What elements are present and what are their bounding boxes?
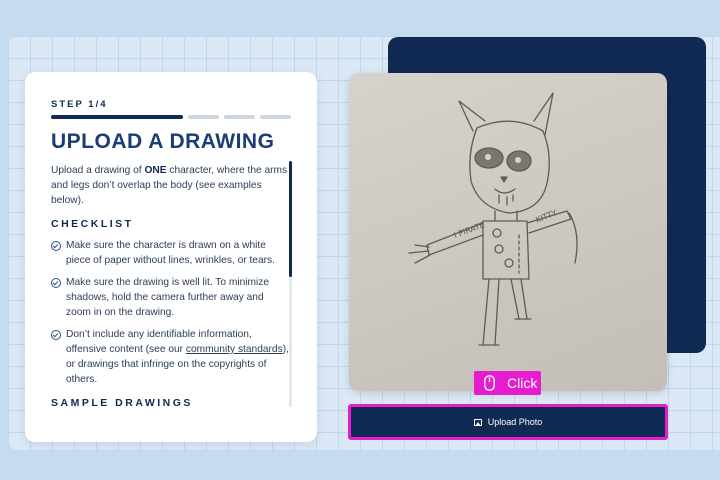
checklist-item: Don’t include any identifiable informati…: [51, 327, 289, 387]
step-indicator: STEP 1/4: [51, 99, 108, 110]
drawing-arm-text-right: KITTY: [534, 208, 558, 225]
click-annotation-badge: Click: [474, 371, 541, 395]
upload-photo-button[interactable]: Upload Photo: [348, 404, 668, 440]
instructions-card: STEP 1/4 UPLOAD A DRAWING Upload a drawi…: [25, 72, 317, 442]
page-title: UPLOAD A DRAWING: [51, 130, 275, 153]
check-circle-icon: [51, 330, 61, 340]
step-progress-bar: [51, 115, 291, 119]
checklist-heading: CHECKLIST: [51, 218, 134, 230]
photo-icon: [473, 418, 482, 426]
checklist-item: Make sure the drawing is well lit. To mi…: [51, 275, 289, 320]
progress-segment: [188, 115, 219, 119]
community-standards-link[interactable]: community standards: [186, 344, 283, 355]
intro-emphasis: ONE: [144, 165, 167, 176]
progress-segment: [260, 115, 291, 119]
checklist-item: Make sure the character is drawn on a wh…: [51, 238, 289, 268]
intro-text: Upload a drawing of ONE character, where…: [51, 165, 288, 206]
scrollbar-track[interactable]: [289, 161, 292, 407]
cat-drawing-image: I PIRATE KITTY: [408, 92, 578, 346]
uploaded-drawing-preview: I PIRATE KITTY: [349, 73, 667, 391]
instructions-scroll-area[interactable]: Upload a drawing of ONE character, where…: [51, 163, 289, 407]
progress-segment-active: [51, 115, 183, 119]
progress-segment: [224, 115, 255, 119]
upload-photo-label: Upload Photo: [487, 417, 543, 427]
drawing-arm-text-left: I PIRATE: [453, 220, 486, 239]
mouse-icon: [484, 375, 495, 391]
check-circle-icon: [51, 278, 61, 288]
check-circle-icon: [51, 241, 61, 251]
sample-drawings-heading: SAMPLE DRAWINGS: [51, 397, 193, 407]
scrollbar-thumb[interactable]: [289, 161, 292, 277]
click-label: Click: [507, 375, 538, 391]
